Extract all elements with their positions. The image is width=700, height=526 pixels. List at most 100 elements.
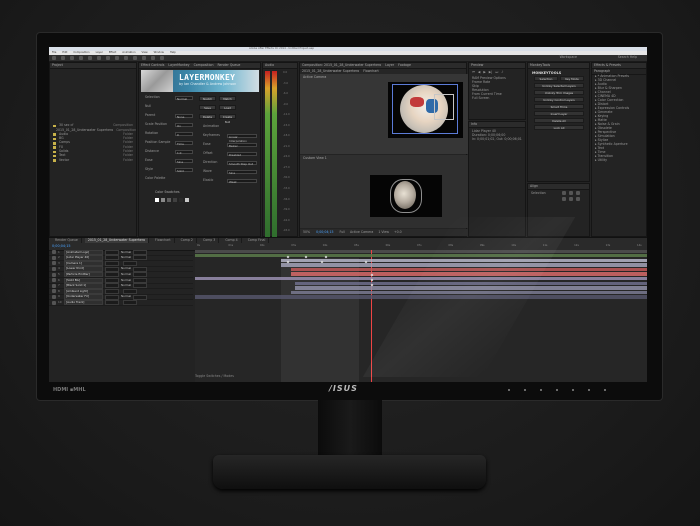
color-swatch[interactable]: [161, 198, 165, 202]
comp-frame-bottom[interactable]: [370, 175, 442, 217]
monkeytools-unlinky-selected-layers-button[interactable]: Unlinky Selected Layers: [534, 83, 584, 88]
selected-layer-box[interactable]: [434, 94, 454, 120]
rotate-tool-icon[interactable]: [79, 56, 83, 60]
time-ruler[interactable]: 0s01s02s03s04s05s06s07s08s09s10s11s12s13…: [195, 243, 647, 250]
monkeytools-delete-all-button[interactable]: Delete All: [534, 118, 584, 123]
project-item[interactable]: Vector Folder: [50, 158, 136, 162]
monitor-button-5[interactable]: [572, 389, 574, 391]
layer-mode[interactable]: Normal: [121, 255, 131, 259]
layer-name[interactable]: [Particle Emitter]: [64, 272, 103, 278]
match-button[interactable]: Match: [219, 96, 236, 101]
prev-frame-icon[interactable]: ◀: [478, 70, 480, 75]
layer-mode[interactable]: Normal: [121, 295, 131, 299]
brush-tool-icon[interactable]: [133, 56, 137, 60]
visibility-eye-icon[interactable]: [52, 289, 56, 294]
align-middle-icon[interactable]: [569, 197, 573, 201]
puppet-tool-icon[interactable]: [160, 56, 164, 60]
align-left-icon[interactable]: [562, 191, 566, 195]
effects-presets-tab[interactable]: Effects & Presets: [594, 63, 621, 68]
preview-tab[interactable]: Preview: [471, 63, 483, 68]
visibility-eye-icon[interactable]: [52, 261, 56, 266]
comp-footer-option[interactable]: Full: [340, 230, 345, 235]
save-button[interactable]: Save: [199, 105, 216, 110]
load-button[interactable]: Load: [219, 105, 236, 110]
color-swatch[interactable]: [167, 198, 171, 202]
effect-right-value[interactable]: Sine: [227, 169, 257, 174]
visibility-eye-icon[interactable]: [52, 272, 56, 277]
audio-tab[interactable]: Audio: [265, 63, 274, 68]
monitor-button-4[interactable]: [556, 389, 558, 391]
comp-footer-option[interactable]: +0.0: [394, 230, 402, 235]
visibility-eye-icon[interactable]: [52, 267, 56, 272]
comp-footer-option[interactable]: Active Camera: [350, 230, 373, 235]
layer-mode[interactable]: Normal: [121, 272, 131, 276]
zoom-level[interactable]: 50%: [303, 230, 310, 235]
effect-right-value[interactable]: Bezier: [227, 142, 257, 147]
layer-switches[interactable]: [105, 255, 119, 261]
monkeytools-unlinky-control-layers-button[interactable]: Unlinky Control Layers: [534, 97, 584, 102]
layer-switches[interactable]: [105, 266, 119, 272]
parent-dropdown[interactable]: [123, 288, 137, 294]
monkeytools-lock-all-button[interactable]: Lock All: [534, 125, 584, 130]
comp-subtab[interactable]: Flowchart: [363, 69, 379, 74]
tab-render-queue[interactable]: Render Queue: [217, 63, 240, 68]
comp-frame-top[interactable]: [388, 82, 463, 138]
layer-mode[interactable]: Normal: [121, 267, 131, 271]
layer-name[interactable]: [Audio Track]: [64, 299, 103, 306]
next-frame-icon[interactable]: ▶|: [489, 70, 493, 75]
comp-tab[interactable]: Footage: [398, 63, 411, 68]
layer-name[interactable]: [Camera 1]: [64, 260, 103, 267]
monitor-button-6[interactable]: [588, 389, 590, 391]
pan-behind-tool-icon[interactable]: [97, 56, 101, 60]
parent-dropdown[interactable]: [133, 249, 148, 255]
power-button[interactable]: [604, 389, 606, 391]
layer-name[interactable]: [Animated Logo]: [64, 249, 103, 255]
first-frame-icon[interactable]: ⏮: [472, 70, 475, 75]
monitor-button-3[interactable]: [540, 389, 542, 391]
color-swatch[interactable]: [155, 198, 159, 202]
timeline-timecode[interactable]: 0;00;04;15: [52, 244, 71, 248]
layer-switches[interactable]: [105, 283, 119, 289]
tab-effect-controls[interactable]: Effect Controls: [141, 63, 164, 68]
effect-row-value[interactable]: 0: [175, 131, 193, 136]
toggle-switches-label[interactable]: Toggle Switches / Modes: [195, 374, 234, 379]
color-swatch[interactable]: [185, 198, 189, 202]
text-tool-icon[interactable]: [124, 56, 128, 60]
selection-tool-icon[interactable]: [52, 56, 56, 60]
parent-dropdown[interactable]: [133, 272, 148, 278]
layer-switches[interactable]: [105, 249, 119, 255]
align-right-icon[interactable]: [576, 191, 580, 195]
composition-view-top[interactable]: Active Camera: [300, 74, 468, 154]
camera-tool-icon[interactable]: [88, 56, 92, 60]
visibility-eye-icon[interactable]: [52, 255, 56, 260]
monkeytools-key-mode-button[interactable]: Key Mode: [560, 76, 584, 81]
parent-dropdown[interactable]: [133, 277, 148, 283]
parent-dropdown[interactable]: [123, 300, 137, 306]
clone-tool-icon[interactable]: [142, 56, 146, 60]
effect-row-value[interactable]: Normal: [175, 95, 193, 100]
project-tab[interactable]: Project: [52, 63, 63, 68]
effect-right-value[interactable]: Linear Interpolation: [227, 133, 257, 142]
layer-mode[interactable]: Normal: [121, 283, 131, 287]
visibility-eye-icon[interactable]: [52, 283, 56, 288]
composition-view-bottom[interactable]: Custom View 1: [300, 155, 468, 228]
layer-name[interactable]: [Lidar Player 40]: [64, 255, 103, 261]
layer-duration-bar[interactable]: [195, 254, 647, 258]
parent-dropdown[interactable]: [133, 255, 148, 261]
effect-right-value[interactable]: Smooth Step Out: [227, 160, 257, 165]
effect-row-value[interactable]: None: [175, 113, 193, 118]
parent-dropdown[interactable]: [133, 266, 148, 272]
color-swatch[interactable]: [179, 198, 183, 202]
align-bottom-icon[interactable]: [576, 197, 580, 201]
effect-row-value[interactable]: Sine: [175, 158, 193, 163]
audio-toggle-icon[interactable]: ♪: [501, 70, 503, 75]
hand-tool-icon[interactable]: [61, 56, 65, 60]
layer-switches[interactable]: [105, 288, 119, 294]
search-help-field[interactable]: Search Help: [618, 55, 637, 60]
monkeytools-tab[interactable]: MonkeyTools: [530, 63, 550, 68]
workspace-dropdown[interactable]: Workspace: [560, 55, 577, 60]
effect-row-value[interactable]: Time: [175, 140, 193, 145]
align-tab[interactable]: Align: [530, 184, 538, 189]
create-null-button[interactable]: Create Null: [219, 114, 236, 124]
visibility-eye-icon[interactable]: [52, 295, 56, 300]
